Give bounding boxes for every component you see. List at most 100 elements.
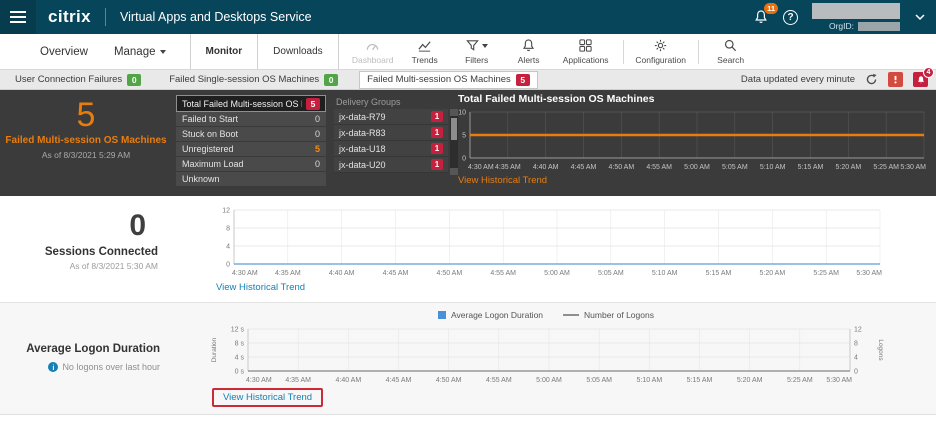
count-badge: 1: [431, 111, 443, 122]
breakdown-dropdown[interactable]: Total Failed Multi-session OS Ma... 5: [176, 95, 326, 112]
svg-text:4:35 AM: 4:35 AM: [495, 164, 521, 171]
svg-text:Logons: Logons: [877, 339, 884, 361]
failed-title: Failed Multi-session OS Machines: [0, 135, 172, 146]
info-icon: i: [48, 362, 58, 372]
citrix-logo: citrix: [48, 7, 91, 27]
tab-monitor[interactable]: Monitor: [191, 34, 259, 69]
toolbar-separator: [623, 40, 624, 64]
hamburger-menu-icon[interactable]: [0, 0, 36, 34]
refresh-icon: [865, 73, 878, 86]
filter-failed-single-session[interactable]: Failed Single-session OS Machines 0: [162, 72, 345, 88]
tool-configuration[interactable]: Configuration: [630, 36, 692, 67]
svg-text:4:40 AM: 4:40 AM: [335, 377, 361, 384]
delivery-groups-header: Delivery Groups: [334, 95, 458, 109]
legend-line-gray: [563, 314, 579, 316]
sessions-view-historical-trend-link[interactable]: View Historical Trend: [216, 282, 305, 293]
delivery-group-row[interactable]: jx-data-R79 1: [334, 109, 448, 125]
org-block: OrgID:: [812, 3, 900, 31]
help-icon[interactable]: ?: [783, 10, 798, 25]
delivery-group-row[interactable]: jx-data-R83 1: [334, 125, 448, 141]
svg-text:0: 0: [854, 369, 858, 376]
count-badge: 0: [127, 74, 141, 86]
svg-text:4:45 AM: 4:45 AM: [571, 164, 597, 171]
alerts-summary-icon[interactable]: 4: [913, 72, 928, 87]
tab-downloads[interactable]: Downloads: [258, 34, 337, 69]
svg-text:5:05 AM: 5:05 AM: [586, 377, 612, 384]
service-title: Virtual Apps and Desktops Service: [120, 10, 312, 24]
svg-text:4: 4: [854, 355, 858, 362]
filter-user-connection-failures[interactable]: User Connection Failures 0: [8, 72, 148, 88]
dashboard-icon: [365, 38, 380, 53]
critical-alert-icon[interactable]: [888, 72, 903, 87]
tool-trends[interactable]: Trends: [399, 36, 451, 67]
svg-text:5:10 AM: 5:10 AM: [652, 270, 678, 277]
count-badge: 0: [324, 74, 338, 86]
tool-dashboard[interactable]: Dashboard: [347, 36, 399, 67]
svg-text:4 s: 4 s: [235, 355, 245, 362]
exclamation-icon: [891, 75, 900, 84]
svg-text:8: 8: [226, 226, 230, 233]
svg-text:5:10 AM: 5:10 AM: [760, 164, 786, 171]
count-badge: 1: [431, 159, 443, 170]
breakdown-item-unknown[interactable]: Unknown: [176, 172, 326, 187]
svg-text:5:20 AM: 5:20 AM: [737, 377, 763, 384]
legend-number-of-logons: Number of Logons: [563, 310, 654, 320]
logon-note: i No logons over last hour: [0, 362, 160, 372]
count-badge: 5: [306, 98, 320, 110]
svg-text:5: 5: [462, 133, 466, 140]
logon-summary: Average Logon Duration i No logons over …: [0, 343, 168, 372]
failure-breakdown-list: Total Failed Multi-session OS Ma... 5 Fa…: [176, 95, 326, 187]
svg-text:5:05 AM: 5:05 AM: [598, 270, 624, 277]
delivery-groups-list: Delivery Groups jx-data-R79 1 jx-data-R8…: [334, 95, 458, 173]
failed-count: 5: [0, 97, 172, 133]
svg-text:5:00 AM: 5:00 AM: [536, 377, 562, 384]
tool-applications[interactable]: Applications: [555, 36, 617, 67]
svg-text:4:50 AM: 4:50 AM: [436, 270, 462, 277]
logon-title: Average Logon Duration: [0, 343, 160, 355]
count-badge: 1: [431, 127, 443, 138]
svg-text:4:30 AM: 4:30 AM: [232, 270, 258, 277]
breakdown-item-failed-to-start[interactable]: Failed to Start 0: [176, 112, 326, 127]
svg-text:5:25 AM: 5:25 AM: [813, 270, 839, 277]
svg-text:4:50 AM: 4:50 AM: [608, 164, 634, 171]
failed-view-historical-trend-link[interactable]: View Historical Trend: [458, 175, 547, 186]
notifications-bell-icon[interactable]: 11: [753, 9, 769, 25]
svg-text:0: 0: [462, 156, 466, 163]
search-icon: [723, 38, 738, 53]
breakdown-item-unregistered[interactable]: Unregistered 5: [176, 142, 326, 157]
svg-text:4:50 AM: 4:50 AM: [436, 377, 462, 384]
breakdown-item-maximum-load[interactable]: Maximum Load 0: [176, 157, 326, 172]
average-logon-duration-chart: 4:30 AM4:35 AM4:40 AM4:45 AM4:50 AM4:55 …: [208, 323, 884, 385]
alert-count-badge: 4: [923, 67, 934, 78]
tab-manage[interactable]: Manage: [114, 46, 166, 58]
sessions-summary: 0 Sessions Connected As of 8/3/2021 5:30…: [0, 210, 168, 271]
tool-alerts[interactable]: Alerts: [503, 36, 555, 67]
tab-group: Monitor Downloads: [190, 34, 339, 69]
svg-text:5:15 AM: 5:15 AM: [687, 377, 713, 384]
svg-text:5:15 AM: 5:15 AM: [706, 270, 732, 277]
tool-filters[interactable]: Filters: [451, 36, 503, 67]
tab-overview[interactable]: Overview: [40, 46, 88, 58]
legend-swatch-blue: [438, 311, 446, 319]
delivery-group-row[interactable]: jx-data-U18 1: [334, 141, 448, 157]
logon-view-historical-trend-link[interactable]: View Historical Trend: [223, 392, 312, 403]
account-chevron-down-icon[interactable]: [914, 13, 926, 21]
svg-text:5:30 AM: 5:30 AM: [826, 377, 852, 384]
citrix-monitor-dashboard: citrix Virtual Apps and Desktops Service…: [0, 0, 936, 424]
svg-text:4:30 AM: 4:30 AM: [246, 377, 272, 384]
svg-text:12: 12: [222, 208, 230, 215]
failed-asof: As of 8/3/2021 5:29 AM: [0, 150, 172, 160]
failed-machines-panel: 5 Failed Multi-session OS Machines As of…: [0, 90, 936, 196]
breakdown-item-stuck-on-boot[interactable]: Stuck on Boot 0: [176, 127, 326, 142]
svg-text:4:55 AM: 4:55 AM: [486, 377, 512, 384]
tool-search[interactable]: Search: [705, 36, 757, 67]
failed-machines-chart: 4:30 AM4:35 AM4:40 AM4:45 AM4:50 AM4:55 …: [454, 106, 930, 172]
filter-failed-multi-session[interactable]: Failed Multi-session OS Machines 5: [359, 71, 538, 89]
svg-text:5:20 AM: 5:20 AM: [835, 164, 861, 171]
refresh-button[interactable]: [865, 73, 878, 86]
status-filter-bar: User Connection Failures 0 Failed Single…: [0, 70, 936, 90]
svg-text:5:20 AM: 5:20 AM: [759, 270, 785, 277]
orgid-value-redacted: [858, 22, 900, 31]
delivery-group-row[interactable]: jx-data-U20 1: [334, 157, 448, 173]
svg-text:5:05 AM: 5:05 AM: [722, 164, 748, 171]
